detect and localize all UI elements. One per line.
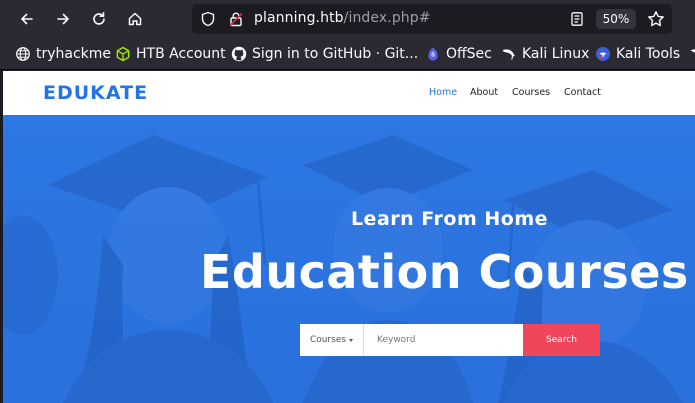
insecure-lock-icon[interactable] (228, 11, 244, 27)
kali-dragon-icon (689, 46, 695, 62)
reload-button[interactable] (88, 8, 110, 30)
bookmarks-toolbar: tryhackme HTB Account Sign in to GitHub … (0, 38, 695, 70)
shield-icon[interactable] (200, 11, 216, 27)
forward-button[interactable] (52, 8, 74, 30)
site-header: EDUKATE Home About Courses Contact (3, 71, 695, 115)
bookmark-label: OffSec (446, 46, 492, 62)
bookmark-offsec[interactable]: OffSec (425, 45, 492, 63)
bookmark-kali-linux[interactable]: Kali Linux (501, 45, 589, 63)
search-button[interactable]: Search (523, 324, 600, 356)
reader-view-icon[interactable] (569, 11, 585, 27)
hero-section: Learn From Home Education Courses Course… (3, 115, 695, 403)
zoom-level-button[interactable]: 50% (596, 9, 636, 29)
hero-title: Education Courses (200, 245, 689, 299)
kali-tools-icon (595, 46, 611, 62)
bookmark-label: Kali Tools (616, 46, 681, 62)
url-path: /index.php# (343, 10, 431, 26)
bookmark-htb-account[interactable]: HTB Account (115, 45, 226, 63)
arrow-right-icon (57, 13, 69, 25)
back-button[interactable] (16, 8, 38, 30)
url-host: planning.htb (254, 10, 344, 26)
course-search-form: Courses Search (300, 324, 600, 356)
caret-down-icon (349, 338, 354, 342)
globe-icon (15, 46, 31, 62)
bookmark-kali-tools[interactable]: Kali Tools (595, 45, 680, 63)
home-icon (128, 12, 142, 26)
category-dropdown[interactable]: Courses (300, 324, 364, 356)
site-logo[interactable]: EDUKATE (43, 82, 148, 104)
nav-contact[interactable]: Contact (564, 87, 601, 98)
url-text[interactable]: planning.htb/index.php# (254, 10, 431, 26)
nav-courses[interactable]: Courses (512, 87, 550, 98)
category-dropdown-label: Courses (309, 335, 347, 345)
bookmark-github[interactable]: Sign in to GitHub · Git... (231, 45, 418, 63)
browser-toolbar: planning.htb/index.php# 50% (0, 0, 695, 38)
github-icon (231, 46, 247, 62)
bookmark-tryhackme[interactable]: tryhackme (15, 45, 111, 63)
keyword-input[interactable] (364, 324, 523, 356)
page-viewport: EDUKATE Home About Courses Contact Learn… (3, 71, 695, 403)
bookmark-star-icon[interactable] (647, 10, 665, 28)
reload-icon (93, 12, 105, 25)
nav-home[interactable]: Home (429, 87, 457, 98)
bookmark-label: Kali Linux (522, 46, 590, 62)
url-bar[interactable]: planning.htb/index.php# 50% (192, 4, 672, 34)
offsec-icon (425, 46, 441, 62)
hero-subtitle: Learn From Home (350, 208, 549, 230)
htb-cube-icon (115, 46, 131, 62)
bookmark-label: HTB Account (136, 46, 226, 62)
bookmark-label: Sign in to GitHub · Git... (252, 46, 419, 62)
bookmark-label: tryhackme (36, 46, 112, 62)
kali-dragon-icon (501, 46, 517, 62)
arrow-left-icon (21, 13, 33, 25)
bookmark-overflow-partial[interactable] (689, 45, 695, 63)
nav-about[interactable]: About (470, 87, 498, 98)
home-button[interactable] (124, 8, 146, 30)
